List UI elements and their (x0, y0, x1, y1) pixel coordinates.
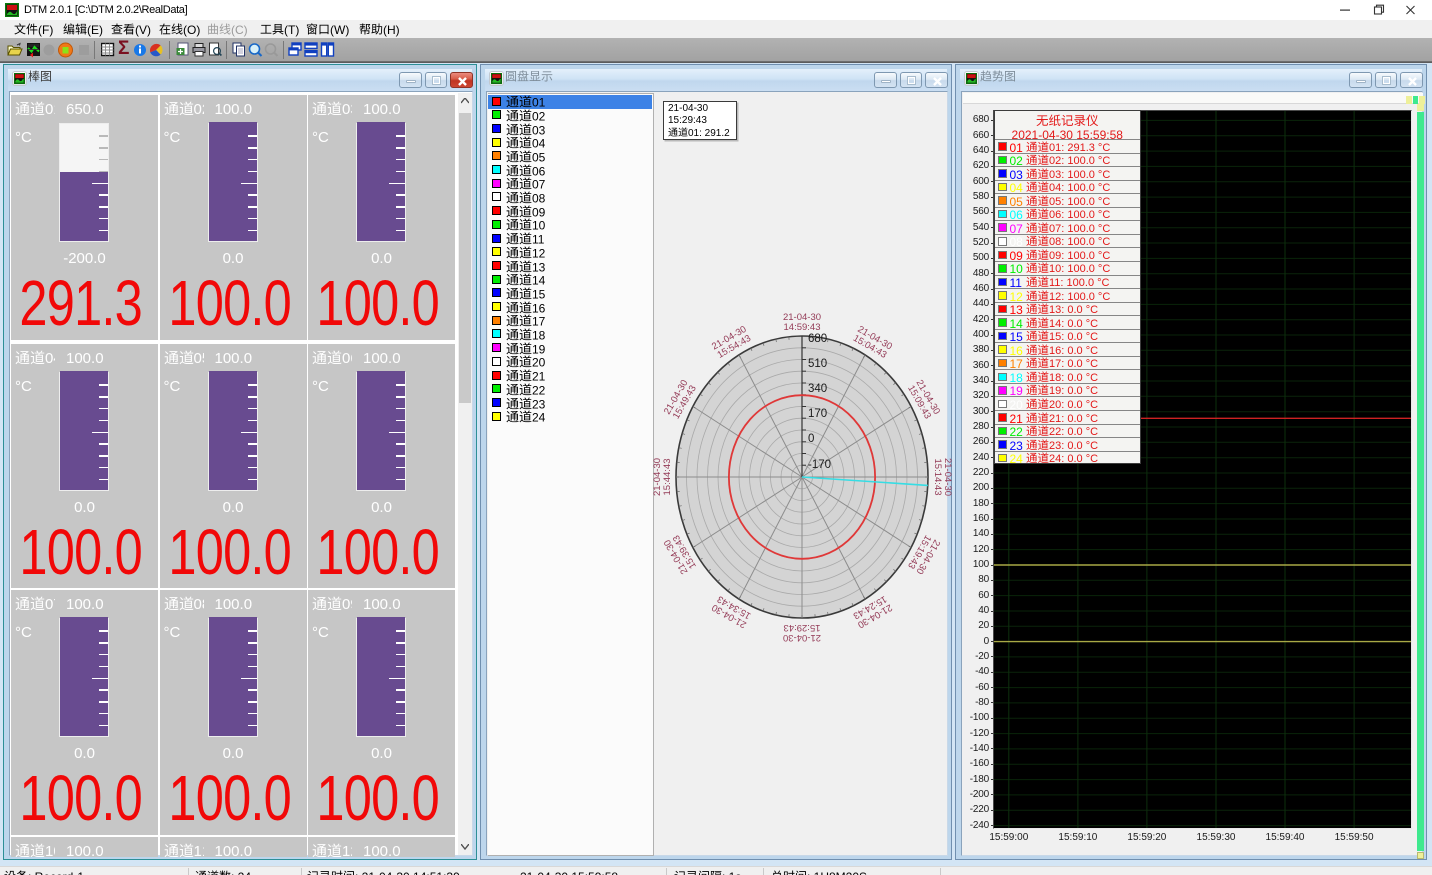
svg-text:0: 0 (808, 433, 814, 445)
svg-text:-170: -170 (808, 459, 831, 471)
svg-text:340: 340 (808, 383, 827, 395)
svg-text:680: 680 (808, 333, 827, 345)
svg-text:170: 170 (808, 408, 827, 420)
svg-text:510: 510 (808, 358, 827, 370)
